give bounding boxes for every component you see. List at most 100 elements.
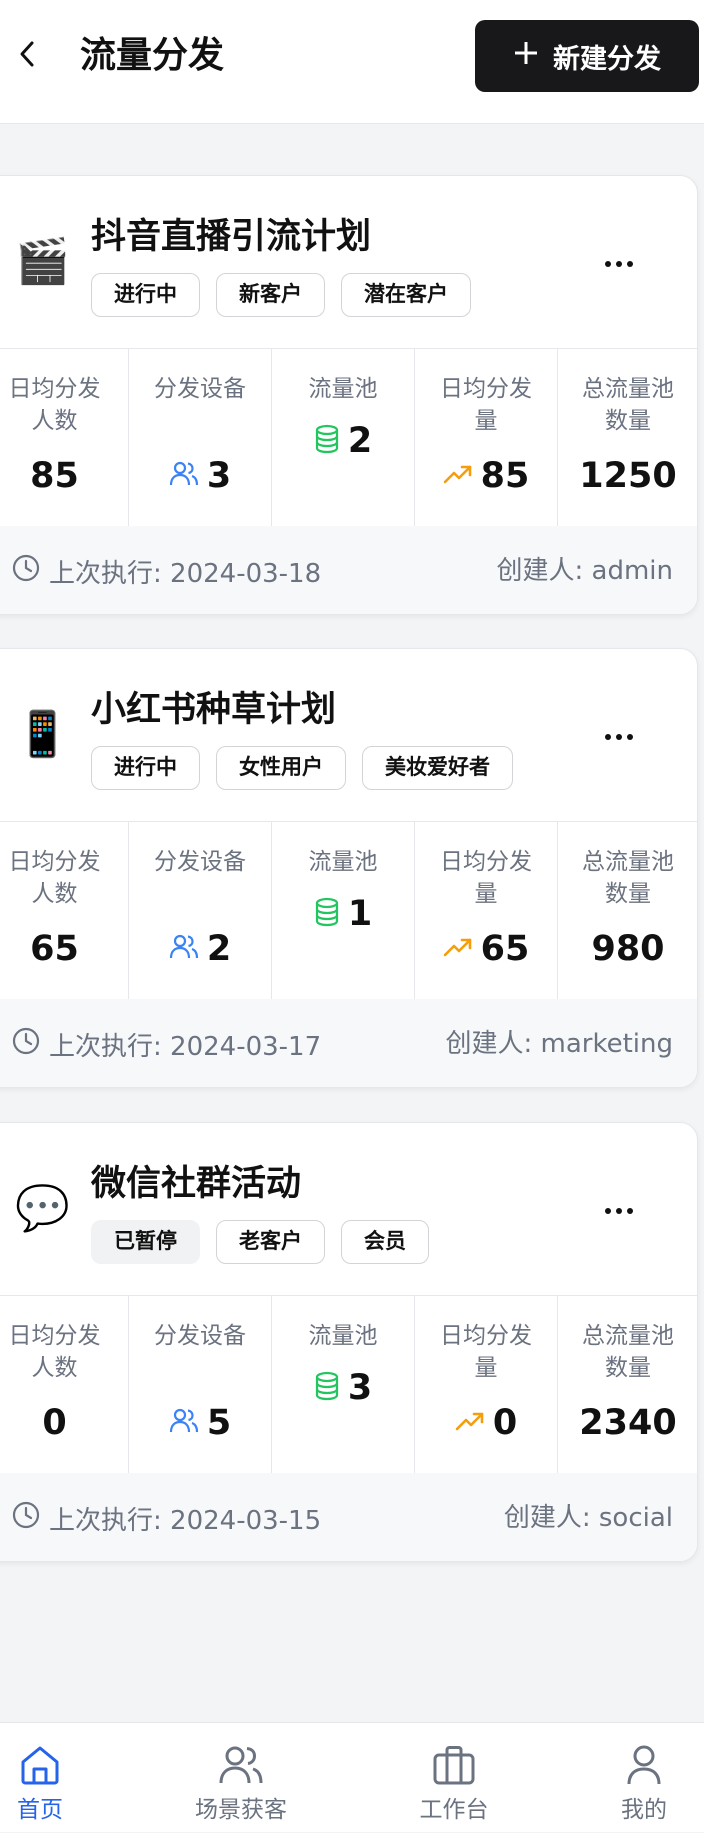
stat-label: 日均分发人数	[8, 376, 101, 434]
card-footer: 上次执行: 2024-03-17 创建人: marketing	[0, 999, 697, 1087]
stat-value: 0	[42, 1403, 67, 1443]
tag: 老客户	[216, 1220, 325, 1264]
trending-up-icon	[443, 936, 473, 962]
tag: 潜在客户	[341, 273, 471, 317]
stat-total-pool: 总流量池数量 2340	[558, 1296, 697, 1474]
stat-devices: 分发设备 3	[129, 349, 272, 527]
chevron-left-icon	[16, 39, 40, 73]
tag-list: 进行中 新客户 潜在客户	[91, 273, 471, 317]
stat-value: 980	[591, 929, 665, 969]
creator-text: 创建人: social	[503, 1503, 673, 1533]
stat-value: 65	[30, 929, 79, 969]
stat-label: 日均分发量	[440, 376, 532, 434]
card-footer: 上次执行: 2024-03-15 创建人: social	[0, 1473, 697, 1561]
trending-up-icon	[455, 1410, 485, 1436]
stat-label: 日均分发人数	[8, 849, 101, 907]
stat-value: 2	[347, 421, 373, 461]
database-icon	[314, 897, 340, 931]
stats-row: 日均分发人数 65 分发设备 2 流量池 1 日均分发量 65 总流量池数量 9…	[0, 821, 697, 1000]
card-footer: 上次执行: 2024-03-18 创建人: admin	[0, 526, 697, 614]
more-options-icon[interactable]	[593, 244, 645, 284]
stat-daily-volume: 日均分发量 85	[415, 349, 558, 527]
stat-value: 1	[347, 894, 373, 934]
more-options-icon[interactable]	[593, 1191, 645, 1231]
stat-value: 3	[206, 456, 232, 496]
plan-title: 小红书种草计划	[91, 690, 337, 730]
top-header: 流量分发 新建分发	[0, 0, 704, 124]
stat-label: 流量池	[308, 1323, 378, 1349]
last-run-text: 上次执行: 2024-03-18	[49, 558, 322, 589]
stat-value: 85	[30, 456, 79, 496]
nav-label: 首页	[17, 1797, 63, 1823]
bottom-nav: 首页 场景获客 工作台 我的	[0, 1722, 704, 1832]
mobile-phone-icon: 📱	[15, 709, 70, 760]
nav-item-scene[interactable]: 场景获客	[190, 1723, 292, 1833]
database-icon	[314, 424, 340, 458]
stat-label: 流量池	[308, 849, 378, 875]
creator-text: 创建人: admin	[496, 556, 674, 586]
nav-item-profile[interactable]: 我的	[616, 1723, 672, 1833]
stat-label: 分发设备	[154, 849, 246, 875]
last-run-text: 上次执行: 2024-03-17	[49, 1031, 322, 1062]
nav-item-home[interactable]: 首页	[0, 1723, 80, 1833]
stat-value: 5	[206, 1403, 232, 1443]
clapperboard-icon: 🎬	[15, 236, 70, 287]
stat-value: 2	[206, 929, 232, 969]
home-icon	[18, 1723, 62, 1791]
status-tag: 进行中	[91, 273, 200, 317]
stat-label: 日均分发人数	[8, 1323, 101, 1381]
plan-card[interactable]: 💬 微信社群活动 已暂停 老客户 会员 日均分发人数 0 分发设备 5 流量池 …	[0, 1122, 698, 1562]
nav-label: 工作台	[419, 1797, 489, 1823]
back-button[interactable]	[4, 28, 52, 84]
more-options-icon[interactable]	[593, 717, 645, 757]
briefcase-icon	[431, 1723, 477, 1791]
stat-label: 分发设备	[154, 1323, 246, 1349]
users-icon	[218, 1723, 264, 1791]
clock-icon	[11, 1026, 41, 1063]
tag: 女性用户	[216, 746, 346, 790]
stat-daily-people: 日均分发人数 0	[0, 1296, 129, 1474]
status-tag: 进行中	[91, 746, 200, 790]
stat-label: 日均分发量	[440, 849, 532, 907]
plan-card[interactable]: 🎬 抖音直播引流计划 进行中 新客户 潜在客户 日均分发人数 85 分发设备 3…	[0, 175, 698, 615]
plan-card[interactable]: 📱 小红书种草计划 进行中 女性用户 美妆爱好者 日均分发人数 65 分发设备 …	[0, 648, 698, 1088]
plus-icon	[513, 38, 539, 72]
speech-bubble-icon: 💬	[15, 1183, 70, 1234]
stat-value: 0	[492, 1403, 518, 1443]
new-distribution-label: 新建分发	[553, 43, 661, 75]
stat-label: 分发设备	[154, 376, 246, 402]
status-tag: 已暂停	[91, 1220, 200, 1264]
stat-pools: 流量池 2	[272, 349, 415, 527]
nav-item-workbench[interactable]: 工作台	[412, 1723, 496, 1833]
stat-daily-people: 日均分发人数 65	[0, 822, 129, 1000]
tag: 新客户	[216, 273, 325, 317]
stats-row: 日均分发人数 0 分发设备 5 流量池 3 日均分发量 0 总流量池数量 234…	[0, 1295, 697, 1474]
users-icon	[169, 1407, 199, 1439]
creator-text: 创建人: marketing	[445, 1029, 673, 1059]
nav-label: 场景获客	[195, 1797, 287, 1823]
stat-total-pool: 总流量池数量 1250	[558, 349, 697, 527]
plan-title: 抖音直播引流计划	[91, 217, 372, 257]
tag: 美妆爱好者	[362, 746, 513, 790]
stat-devices: 分发设备 2	[129, 822, 272, 1000]
new-distribution-button[interactable]: 新建分发	[475, 20, 699, 92]
stat-daily-volume: 日均分发量 0	[415, 1296, 558, 1474]
stat-value: 3	[347, 1368, 373, 1408]
user-icon	[624, 1723, 664, 1791]
page-title: 流量分发	[80, 35, 225, 76]
tag-list: 进行中 女性用户 美妆爱好者	[91, 746, 513, 790]
users-icon	[169, 460, 199, 492]
stat-pools: 流量池 1	[272, 822, 415, 1000]
users-icon	[169, 933, 199, 965]
stat-value: 2340	[579, 1403, 677, 1443]
stat-label: 总流量池数量	[582, 376, 674, 434]
plan-title: 微信社群活动	[91, 1164, 302, 1204]
clock-icon	[11, 553, 41, 590]
stat-value: 85	[480, 456, 530, 496]
stat-label: 日均分发量	[440, 1323, 532, 1381]
database-icon	[314, 1371, 340, 1405]
stat-devices: 分发设备 5	[129, 1296, 272, 1474]
stats-row: 日均分发人数 85 分发设备 3 流量池 2 日均分发量 85 总流量池数量 1…	[0, 348, 697, 527]
trending-up-icon	[443, 463, 473, 489]
nav-label: 我的	[621, 1797, 667, 1823]
